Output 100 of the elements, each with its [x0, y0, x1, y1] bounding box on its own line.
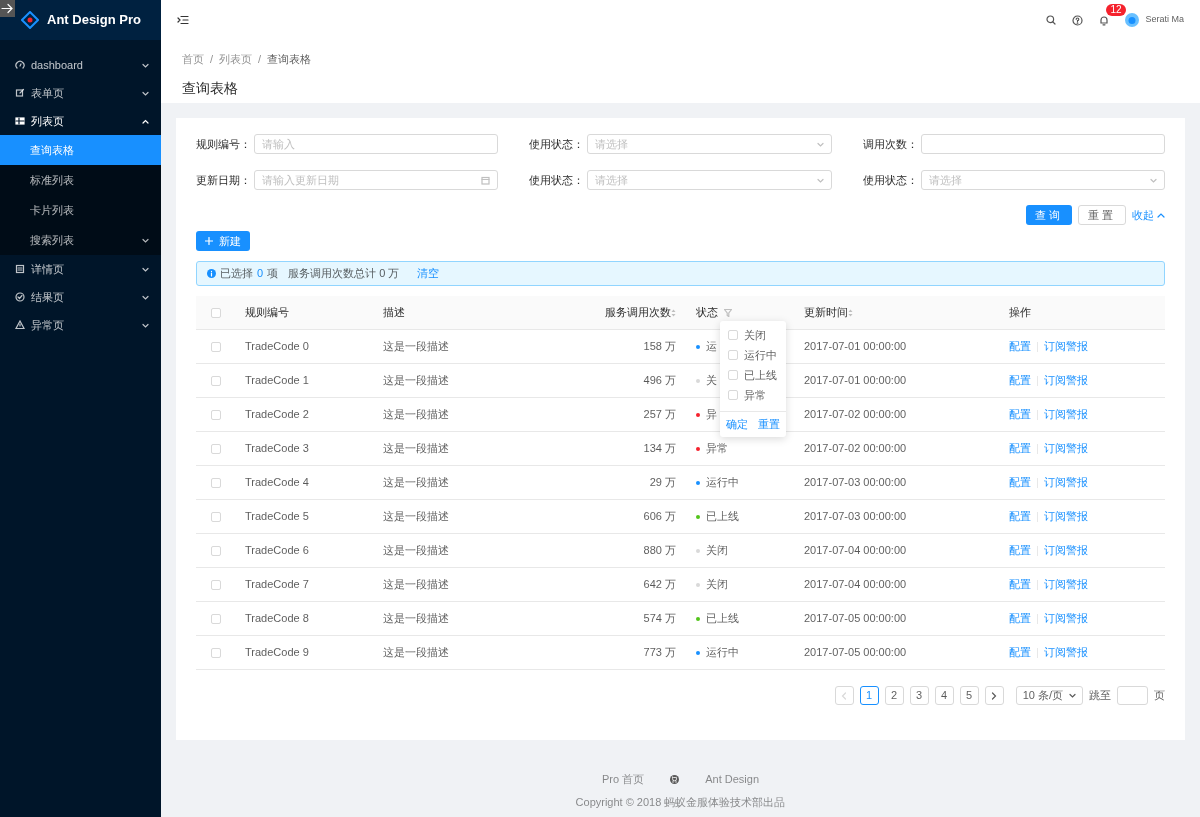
checkbox[interactable]	[211, 409, 221, 420]
checkbox[interactable]	[211, 647, 221, 658]
search-button[interactable]: 查询	[1026, 205, 1073, 225]
action-link[interactable]: 订阅警报	[1044, 508, 1088, 525]
search-icon[interactable]	[1046, 15, 1057, 25]
filter-icon[interactable]	[724, 309, 732, 318]
reset-button[interactable]: 重置	[1078, 205, 1127, 225]
checkbox[interactable]	[211, 341, 221, 352]
table-cell: 这是一段描述	[383, 374, 449, 387]
menu-icon[interactable]	[177, 15, 189, 25]
table-cell: 134 万	[643, 442, 676, 455]
checkbox[interactable]	[211, 545, 221, 556]
action-link[interactable]: 配置	[1009, 610, 1031, 627]
menu-item[interactable]: 异常页	[0, 311, 161, 339]
footer-link[interactable]: Ant Design	[705, 771, 759, 788]
avatar[interactable]	[1125, 13, 1140, 27]
breadcrumb-link[interactable]: 首页	[182, 51, 204, 68]
option-label: 异常	[744, 387, 766, 403]
checkbox[interactable]	[211, 375, 221, 386]
action-link[interactable]: 订阅警报	[1044, 576, 1088, 593]
page-size-select[interactable]: 10 条/页	[1015, 686, 1083, 705]
page-button[interactable]: 3	[909, 686, 929, 705]
select-field[interactable]: 请选择	[920, 170, 1165, 190]
submenu-item[interactable]: 查询表格	[0, 135, 161, 165]
action-link[interactable]: 配置	[1009, 440, 1031, 457]
confirm-link[interactable]: 确定	[726, 416, 748, 433]
checkbox[interactable]	[728, 350, 738, 360]
menu-item[interactable]: dashboard	[0, 51, 161, 79]
table-cell: 496 万	[643, 374, 676, 387]
status-text: 关	[706, 374, 717, 387]
table-cell: TradeCode 2	[245, 408, 309, 421]
page-button[interactable]: 2	[884, 686, 904, 705]
github-icon[interactable]	[670, 774, 680, 784]
checkbox[interactable]	[211, 307, 221, 318]
help-icon[interactable]	[1072, 14, 1084, 26]
chevron-right-icon	[991, 691, 998, 700]
action-link[interactable]: 订阅警报	[1044, 372, 1088, 389]
chevron-down-icon	[1150, 177, 1157, 183]
action-link[interactable]: 订阅警报	[1044, 644, 1088, 661]
user-name[interactable]: Serati Ma	[1145, 13, 1184, 27]
next-page-button[interactable]	[984, 686, 1004, 705]
submenu-item[interactable]: 标准列表	[0, 165, 161, 195]
action-link[interactable]: 订阅警报	[1044, 542, 1088, 559]
page-button[interactable]: 4	[934, 686, 954, 705]
alert-text: 服务调用次数总计 0 万	[288, 266, 400, 282]
checkbox[interactable]	[211, 443, 221, 454]
clear-link[interactable]: 清空	[417, 265, 440, 282]
collapse-link[interactable]: 收起	[1132, 206, 1165, 224]
action-link[interactable]: 订阅警报	[1044, 474, 1088, 491]
page-input[interactable]	[1117, 686, 1148, 705]
table-cell: 158 万	[643, 340, 676, 353]
action-link[interactable]: 配置	[1009, 372, 1031, 389]
checkbox[interactable]	[211, 579, 221, 590]
action-link[interactable]: 配置	[1009, 338, 1031, 355]
checkbox[interactable]	[728, 330, 738, 340]
checkbox[interactable]	[728, 390, 738, 400]
action-link[interactable]: 配置	[1009, 474, 1031, 491]
action-link[interactable]: 订阅警报	[1044, 338, 1088, 355]
checkbox[interactable]	[728, 370, 738, 380]
checkbox[interactable]	[211, 477, 221, 488]
action-link[interactable]: 配置	[1009, 576, 1031, 593]
reset-link[interactable]: 重置	[758, 416, 780, 433]
action-link[interactable]: 订阅警报	[1044, 440, 1088, 457]
menu-item[interactable]: 列表页	[0, 107, 161, 135]
table-cell: TradeCode 4	[245, 476, 309, 489]
chevron-left-icon	[841, 691, 848, 700]
submenu-item[interactable]: 搜索列表	[0, 225, 161, 255]
action-link[interactable]: 配置	[1009, 542, 1031, 559]
select-field[interactable]: 请选择	[587, 170, 832, 190]
input-field[interactable]	[920, 134, 1165, 154]
action-link[interactable]: 配置	[1009, 644, 1031, 661]
edit-icon	[15, 88, 25, 98]
sort-icon[interactable]	[848, 309, 853, 318]
submenu-item[interactable]: 卡片列表	[0, 195, 161, 225]
logo-icon	[21, 11, 39, 29]
footer-link[interactable]: Pro 首页	[602, 771, 645, 788]
checkbox[interactable]	[211, 613, 221, 624]
select-field[interactable]: 请选择	[587, 134, 832, 154]
menu-item[interactable]: 详情页	[0, 255, 161, 283]
document-icon	[15, 264, 25, 274]
action-link[interactable]: 订阅警报	[1044, 406, 1088, 423]
table-cell: TradeCode 8	[245, 612, 309, 625]
new-button[interactable]: 新建	[196, 231, 250, 251]
menu-item[interactable]: 表单页	[0, 79, 161, 107]
action-link[interactable]: 配置	[1009, 508, 1031, 525]
table-cell: 这是一段描述	[383, 476, 449, 489]
page-button[interactable]: 1	[859, 686, 879, 705]
table-cell: TradeCode 3	[245, 442, 309, 455]
table-cell: TradeCode 5	[245, 510, 309, 523]
action-link[interactable]: 配置	[1009, 406, 1031, 423]
page-button[interactable]: 5	[959, 686, 979, 705]
action-link[interactable]: 订阅警报	[1044, 610, 1088, 627]
arrow-icon[interactable]	[0, 0, 15, 17]
field-label: 调用次数：	[862, 136, 919, 152]
bell-icon[interactable]	[1099, 15, 1110, 27]
checkbox[interactable]	[211, 511, 221, 522]
sort-icon[interactable]	[671, 309, 676, 318]
table-cell: 2017-07-05 00:00:00	[804, 646, 907, 659]
breadcrumb-link[interactable]: 列表页	[219, 51, 253, 68]
menu-item[interactable]: 结果页	[0, 283, 161, 311]
